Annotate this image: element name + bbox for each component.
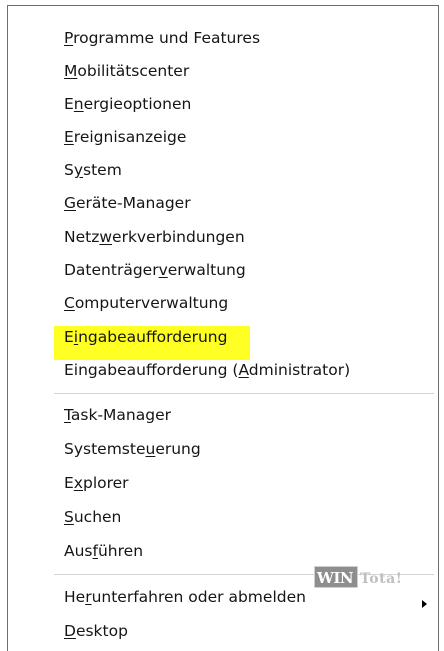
menu-separator [54,574,434,575]
menu-item-ausfuehren[interactable]: Ausführen [64,540,143,562]
menu-item-task-manager[interactable]: Task-Manager [64,404,171,426]
watermark-box: WIN [314,566,358,588]
menu-item-system[interactable]: System [64,159,122,181]
watermark-suffix-text: Tota! [360,571,403,587]
menu-item-netzwerkverbindungen[interactable]: Netzwerkverbindungen [64,226,245,248]
watermark-win-text: WIN [317,569,354,587]
menu-item-explorer[interactable]: Explorer [64,472,129,494]
menu-item-systemsteuerung[interactable]: Systemsteuerung [64,438,201,460]
watermark-logo: WIN Tota! [314,566,412,590]
menu-item-datentraegerverwaltung[interactable]: Datenträgerverwaltung [64,259,246,281]
menu-item-suchen[interactable]: Suchen [64,506,121,528]
menu-item-eingabeaufforderung-administrator[interactable]: Eingabeaufforderung (Administrator) [64,359,350,381]
menu-separator [54,393,434,394]
menu-item-programme-und-features[interactable]: Programme und Features [64,27,260,49]
menu-item-herunterfahren-oder-abmelden[interactable]: Herunterfahren oder abmelden [64,586,306,608]
menu-item-mobilitaetscenter[interactable]: Mobilitätscenter [64,60,189,82]
chevron-right-icon [422,600,427,608]
menu-item-eingabeaufforderung[interactable]: Eingabeaufforderung [64,326,227,348]
menu-item-computerverwaltung[interactable]: Computerverwaltung [64,292,228,314]
page: Programme und Features Mobilitätscenter … [0,0,444,651]
menu-item-desktop[interactable]: Desktop [64,620,128,642]
menu-item-geraete-manager[interactable]: Geräte-Manager [64,192,191,214]
menu-item-energieoptionen[interactable]: Energieoptionen [64,93,191,115]
context-menu: Programme und Features Mobilitätscenter … [7,5,439,651]
menu-item-ereignisanzeige[interactable]: Ereignisanzeige [64,126,186,148]
